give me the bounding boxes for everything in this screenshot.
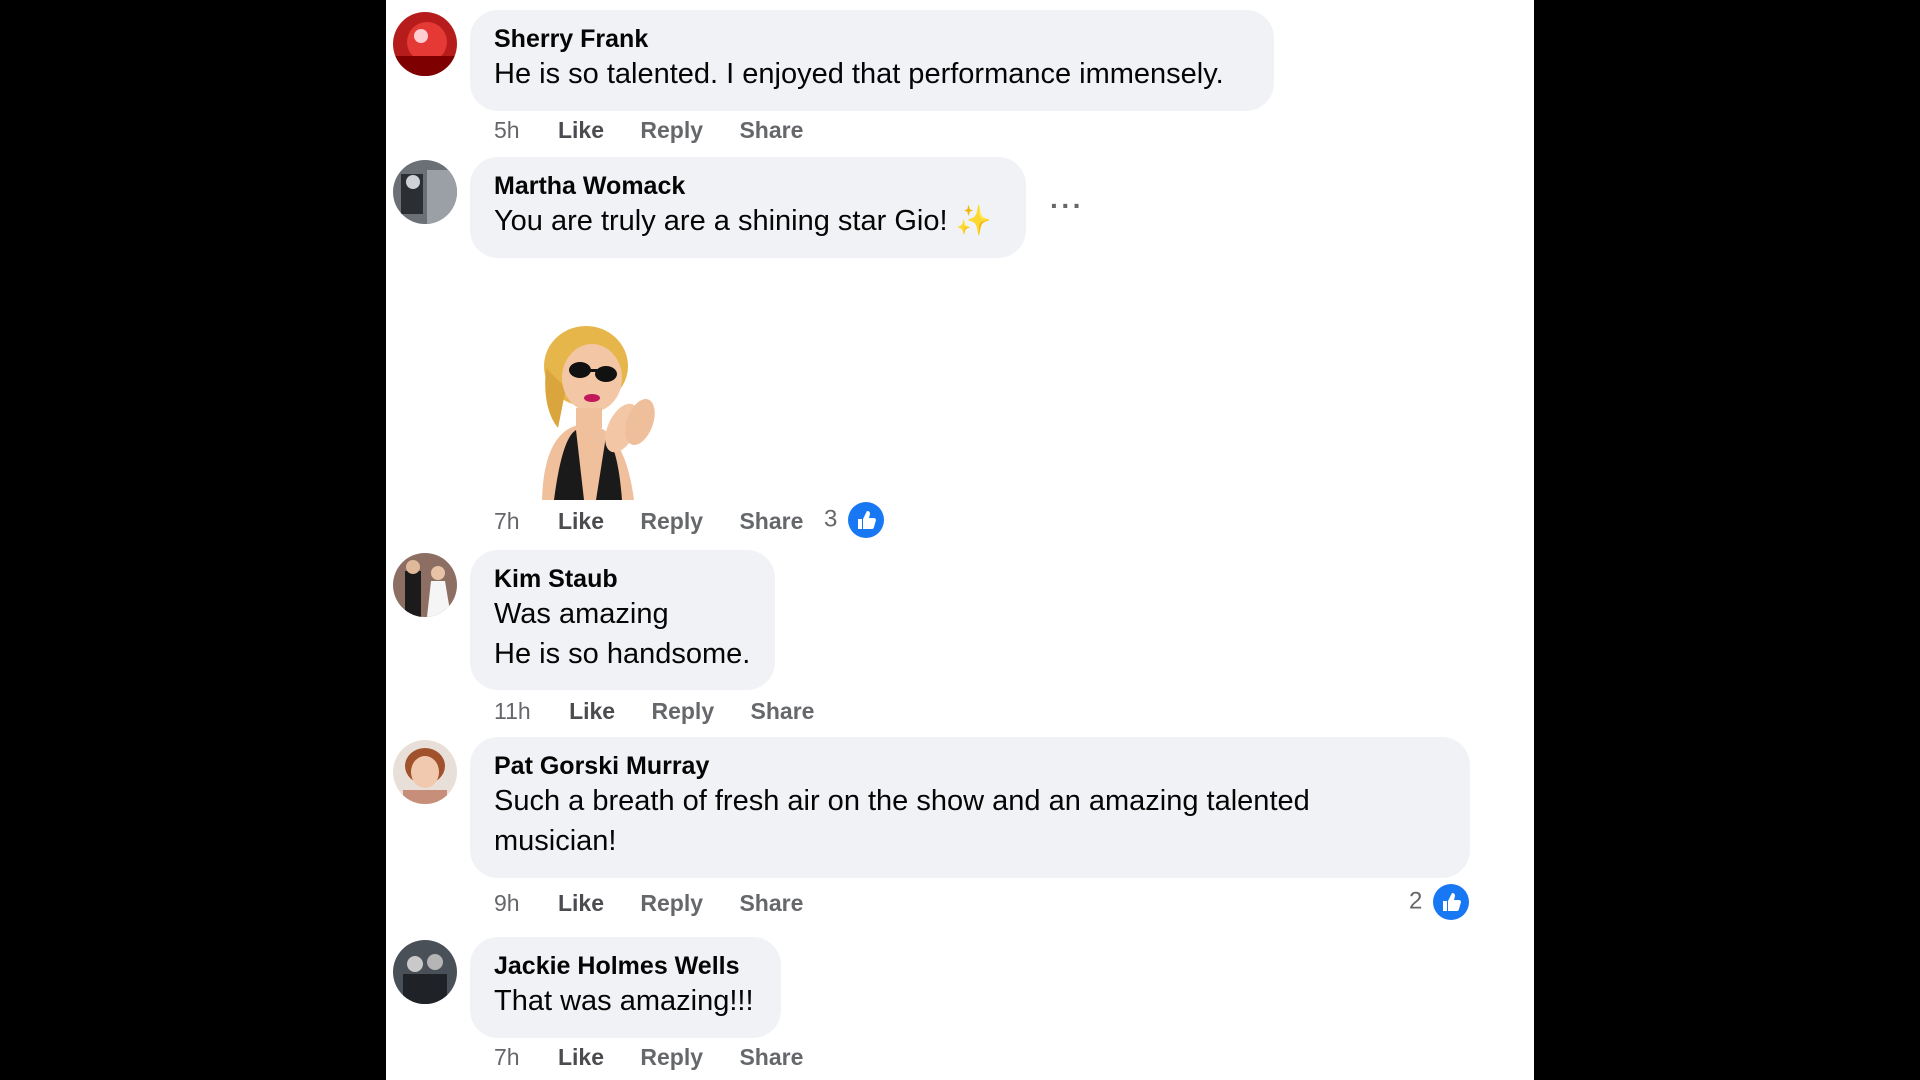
comment-time[interactable]: 9h <box>494 888 520 918</box>
comment-actions: 5h Like Reply Share <box>494 115 833 145</box>
comment-author[interactable]: Kim Staub <box>494 564 751 594</box>
comment-time[interactable]: 11h <box>494 696 531 726</box>
comment-author[interactable]: Martha Womack <box>494 171 1002 201</box>
comment-author[interactable]: Jackie Holmes Wells <box>494 951 757 981</box>
comment-actions: 11h Like Reply Share <box>494 696 844 726</box>
comment-actions: 7h Like Reply Share <box>494 506 833 536</box>
like-button[interactable]: Like <box>558 1042 604 1072</box>
reaction-count: 2 <box>1409 887 1423 915</box>
thumbs-up-icon <box>1433 884 1470 920</box>
like-button[interactable]: Like <box>569 696 615 726</box>
comment-bubble: Jackie Holmes Wells That was amazing!!! <box>470 937 781 1038</box>
comment-time[interactable]: 7h <box>494 1042 520 1072</box>
comment-bubble: Sherry Frank He is so talented. I enjoye… <box>470 10 1274 111</box>
comment-time[interactable]: 5h <box>494 115 520 145</box>
comment-text: You are truly are a shining star Gio! ✨ <box>494 205 992 237</box>
comment-text: Was amazing <box>494 598 669 630</box>
share-button[interactable]: Share <box>739 506 803 536</box>
comment-text: He is so handsome. <box>494 638 751 670</box>
comment-actions: 9h Like Reply Share <box>494 888 833 918</box>
avatar[interactable] <box>393 940 457 1004</box>
share-button[interactable]: Share <box>739 1042 803 1072</box>
thumbs-up-icon <box>848 502 885 538</box>
comment-author[interactable]: Pat Gorski Murray <box>494 751 1446 781</box>
comment-text: That was amazing!!! <box>494 985 754 1017</box>
avatar[interactable] <box>393 740 457 804</box>
comment-text: musician! <box>494 825 617 857</box>
reaction-summary[interactable]: 3 <box>824 502 885 538</box>
comments-panel: Sherry Frank He is so talented. I enjoye… <box>386 0 1534 1080</box>
comment-bubble: Kim Staub Was amazing He is so handsome. <box>470 550 775 690</box>
avatar[interactable] <box>393 160 457 224</box>
comment-author[interactable]: Sherry Frank <box>494 24 1250 54</box>
share-button[interactable]: Share <box>751 696 815 726</box>
comment-bubble: Pat Gorski Murray Such a breath of fresh… <box>470 737 1470 878</box>
avatar-sticker-image <box>514 318 674 500</box>
share-button[interactable]: Share <box>739 115 803 145</box>
like-button[interactable]: Like <box>558 115 604 145</box>
reply-button[interactable]: Reply <box>640 115 703 145</box>
reply-button[interactable]: Reply <box>640 888 703 918</box>
like-button[interactable]: Like <box>558 506 604 536</box>
reply-button[interactable]: Reply <box>651 696 714 726</box>
avatar[interactable] <box>393 12 457 76</box>
reply-button[interactable]: Reply <box>640 1042 703 1072</box>
reaction-count: 3 <box>824 505 838 533</box>
avatar[interactable] <box>393 553 457 617</box>
share-button[interactable]: Share <box>739 888 803 918</box>
comment-text: Such a breath of fresh air on the show a… <box>494 785 1310 817</box>
comment-time[interactable]: 7h <box>494 506 520 536</box>
reaction-summary[interactable]: 2 <box>1409 884 1470 920</box>
like-button[interactable]: Like <box>558 888 604 918</box>
more-options-icon[interactable]: ··· <box>1050 190 1084 222</box>
reply-button[interactable]: Reply <box>640 506 703 536</box>
comment-actions: 7h Like Reply Share <box>494 1042 833 1072</box>
comment-text: He is so talented. I enjoyed that perfor… <box>494 58 1224 90</box>
comment-bubble: Martha Womack You are truly are a shinin… <box>470 157 1026 258</box>
